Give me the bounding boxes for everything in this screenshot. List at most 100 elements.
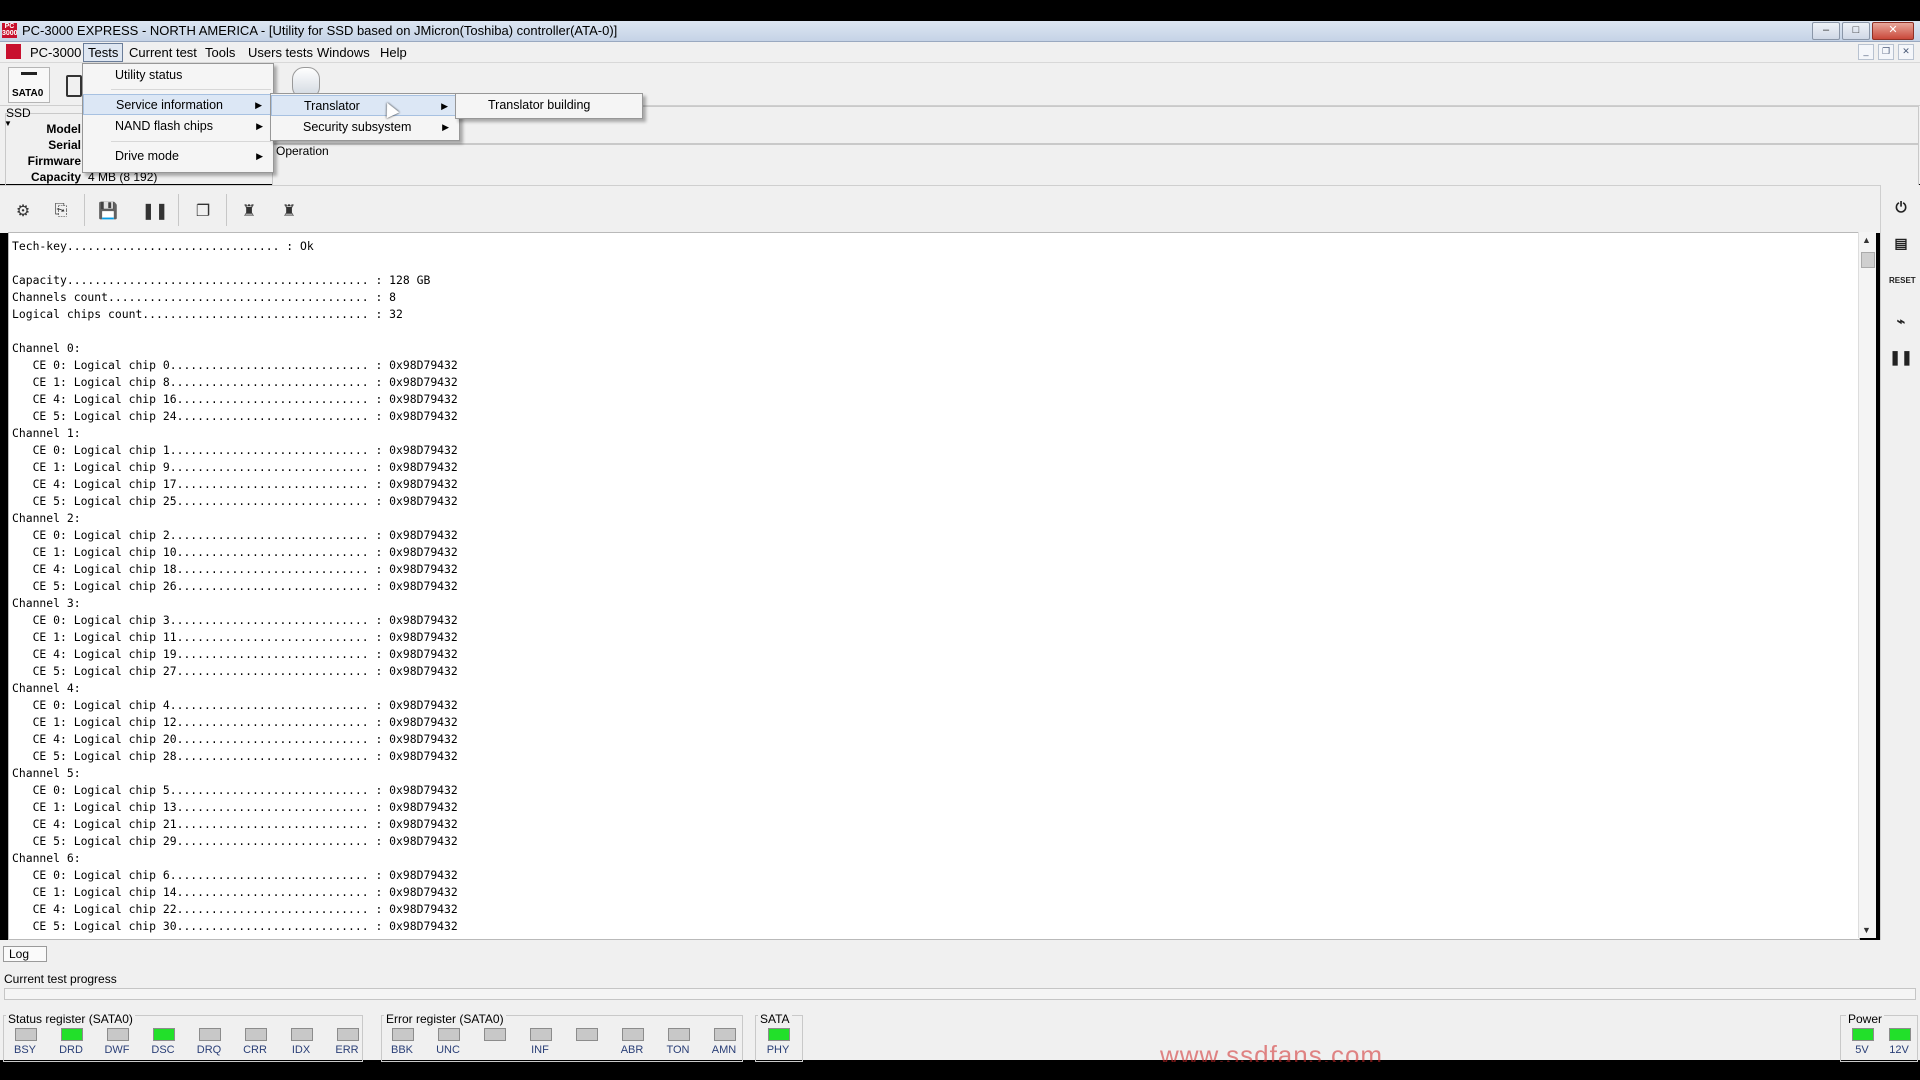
status-panel: Log Current test progress Status registe… [0,940,1920,1062]
menu-translator-building[interactable]: Translator building [456,95,642,116]
status-led-drd [61,1028,83,1041]
status-register-title: Status register (SATA0) [6,1012,135,1026]
service-information-label: Service information [116,98,223,112]
power-icon[interactable]: ⏻ [1889,195,1913,219]
error-led-label: BBK [390,1044,413,1056]
menu-tools[interactable]: Tools [201,44,239,61]
pause-side-icon[interactable]: ❚❚ [1889,345,1913,369]
pause-icon[interactable]: ❚❚ [142,198,169,224]
reset-icon[interactable]: RESET [1889,269,1916,293]
menu-nand-flash-chips[interactable]: NAND flash chips ▶ [83,116,273,137]
scroll-down-icon[interactable]: ▼ [1862,925,1871,935]
submenu-arrow-icon: ▶ [441,101,448,111]
power-title: Power [1846,1012,1885,1026]
app-icon[interactable]: PC 3000 [2,23,18,38]
error-led-4 [576,1028,598,1041]
error-led-amn [714,1028,736,1041]
status-led-label: DRQ [196,1044,222,1056]
progress-bar [4,988,1916,1000]
menu-users-tests[interactable]: Users tests [244,44,317,61]
sata-title: SATA [758,1012,792,1026]
status-led-drq [199,1028,221,1041]
sata-connector-icon [21,72,37,85]
error-led-ton [668,1028,690,1041]
submenu-arrow-icon: ▶ [442,122,449,132]
load-icon[interactable]: ⎘ [48,198,74,224]
log-panel[interactable]: Tech-key............................... … [8,232,1860,940]
operation-box [272,144,1919,188]
status-led-label: DWF [104,1044,130,1056]
submenu-arrow-icon: ▶ [256,121,263,131]
menu-pc3000[interactable]: PC-3000 [26,44,85,61]
log-scrollbar[interactable]: ▲ ▼ [1858,232,1876,938]
error-led-abr [622,1028,644,1041]
mdi-restore-button[interactable]: ❐ [1878,44,1894,60]
submenu-arrow-icon: ▶ [255,100,262,110]
status-led-label: ERR [335,1044,359,1056]
status-led-err [337,1028,359,1041]
log-toolbar: ⚙ ⎘ 💾 ❚❚ ❐ ♜ ♜ [0,185,1880,233]
find-next-icon[interactable]: ♜ [276,198,302,224]
scroll-thumb[interactable] [1861,252,1875,268]
log-text: Tech-key............................... … [12,239,458,933]
power-led-12v [1889,1028,1911,1041]
scroll-up-icon[interactable]: ▲ [1862,235,1871,245]
mdi-minimize-button[interactable]: _ [1858,44,1874,60]
sata-led-phy [768,1028,790,1041]
right-toolbar: ⏻ ▤ RESET ⌁ ❚❚ [1880,185,1920,940]
menu-tests[interactable]: Tests [83,43,124,62]
find-icon[interactable]: ♜ [236,198,262,224]
sata0-port-button[interactable]: SATA0 [8,67,50,103]
submenu-arrow-icon: ▶ [256,151,263,161]
close-button[interactable]: ✕ [1872,22,1914,40]
model-label: Model [46,122,81,136]
registers-icon[interactable]: ▤ [1889,231,1913,255]
error-led-label: INF [531,1044,549,1056]
menu-windows[interactable]: Windows [313,44,374,61]
menu-current-test[interactable]: Current test [125,44,201,61]
tab-log[interactable]: Log [3,946,47,962]
window-title: PC-3000 EXPRESS - NORTH AMERICA - [Utili… [22,23,618,38]
menu-translator[interactable]: Translator ▶ [271,95,459,116]
service-information-submenu: Translator ▶ Security subsystem ▶ [270,93,460,141]
status-led-label: IDX [291,1044,311,1056]
device-icon[interactable] [66,75,82,97]
translator-submenu: Translator building [455,93,643,119]
error-led-label: AMN [711,1044,737,1056]
error-led-unc [438,1028,460,1041]
menu-drive-mode[interactable]: Drive mode ▶ [83,146,273,167]
drive-mode-label: Drive mode [115,149,179,163]
error-led-label: TON [666,1044,690,1056]
progress-label: Current test progress [4,972,117,986]
minimize-button[interactable]: – [1812,22,1840,40]
title-bar[interactable]: PC 3000 PC-3000 EXPRESS - NORTH AMERICA … [0,21,1920,42]
tests-menu: Utility status Service information ▶ NAN… [82,63,274,173]
error-led-label: ABR [620,1044,644,1056]
menu-bar: PC-3000 Tests Current test Tools Users t… [0,42,1920,63]
security-subsystem-label: Security subsystem [303,120,412,134]
save-icon[interactable]: 💾 [95,198,121,224]
error-led-inf [530,1028,552,1041]
error-led-bbk [392,1028,414,1041]
menu-help[interactable]: Help [376,44,411,61]
error-led-label: UNC [436,1044,460,1056]
serial-label: Serial [48,138,81,152]
status-led-label: CRR [243,1044,267,1056]
menu-service-information[interactable]: Service information ▶ [83,94,273,115]
sata-led-label: PHY [766,1044,790,1056]
error-led-2 [484,1028,506,1041]
nand-flash-chips-label: NAND flash chips [115,119,213,133]
sata-port-label: SATA0 [12,88,44,99]
copy-icon[interactable]: ❐ [190,198,216,224]
operation-label: Operation [276,144,329,158]
menu-security-subsystem[interactable]: Security subsystem ▶ [271,117,459,138]
firmware-label: Firmware [27,154,81,168]
sensor-icon[interactable]: ⌁ [1889,309,1913,333]
menu-utility-status[interactable]: Utility status [83,65,273,86]
status-led-bsy [15,1028,37,1041]
open-settings-icon[interactable]: ⚙ [10,198,36,224]
app-menu-icon[interactable] [6,44,21,59]
mdi-close-button[interactable]: ✕ [1898,44,1914,60]
status-led-dwf [107,1028,129,1041]
maximize-button[interactable]: □ [1842,22,1870,40]
